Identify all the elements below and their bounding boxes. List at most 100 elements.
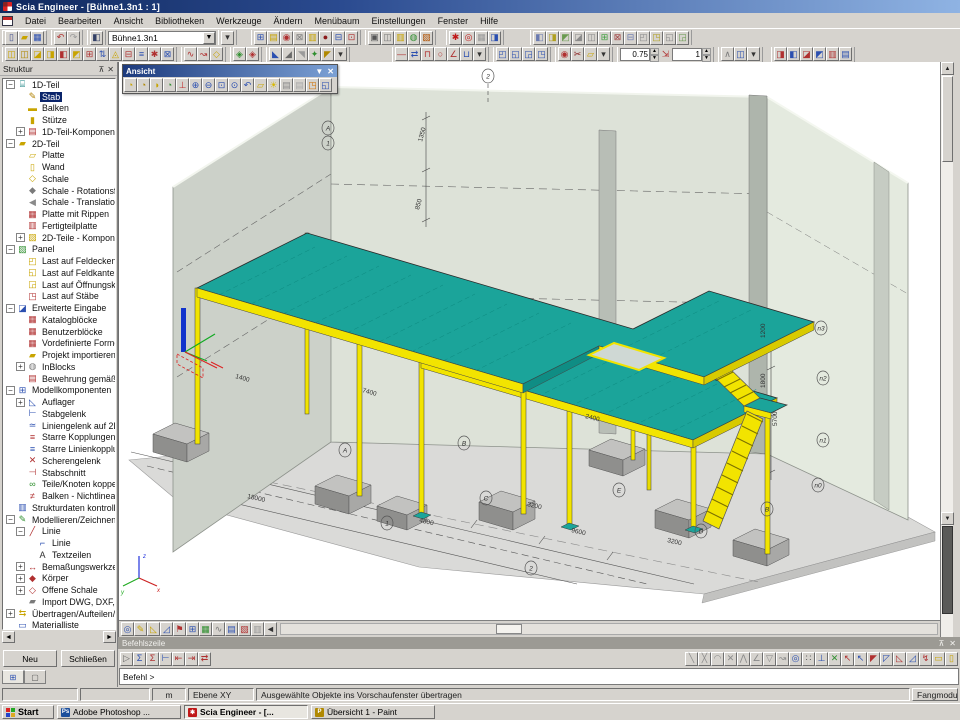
tree-item-bemaßungswerkzeug[interactable]: +↔Bemaßungswerkzeug: [3, 561, 115, 573]
snap-cross-icon[interactable]: ╳: [698, 652, 711, 666]
tree-item-stab[interactable]: ✎Stab: [3, 91, 115, 103]
expand-icon[interactable]: +: [6, 609, 15, 618]
collapse-icon[interactable]: −: [6, 304, 15, 313]
collapse-icon[interactable]: −: [6, 80, 15, 89]
filter-cut-icon[interactable]: ✂: [571, 47, 584, 61]
view-settings-icon[interactable]: ◳: [306, 78, 319, 92]
tree-item-scherengelenk[interactable]: ✕Scherengelenk: [3, 455, 115, 467]
member-explode-icon[interactable]: ✱: [148, 47, 161, 61]
view-manager-icon[interactable]: ◱: [319, 78, 332, 92]
tree-item-balken[interactable]: ▬Balken: [3, 103, 115, 115]
layer-display-icon[interactable]: ▤: [225, 622, 238, 636]
menu-menübaum[interactable]: Menübaum: [309, 14, 366, 28]
ansicht-titlebar[interactable]: Ansicht ▼✕: [123, 65, 337, 77]
pick-cursor-icon[interactable]: ▷: [120, 652, 133, 666]
tree-item-modellieren-zeichnen[interactable]: −✎Modellieren/Zeichnen: [3, 514, 115, 526]
view-xy-icon[interactable]: ◧: [533, 31, 546, 45]
part-green-icon[interactable]: ✦: [308, 47, 321, 61]
tree-item-1d-teil[interactable]: −⌸1D-Teil: [3, 79, 115, 91]
snap-intersect-icon[interactable]: ✕: [828, 652, 841, 666]
tree-item-2d-teile-komponen[interactable]: +▨2D-Teile - Komponen: [3, 232, 115, 244]
xy-table-icon[interactable]: ⊠: [293, 31, 306, 45]
viewport-v-scrollbar[interactable]: ▲ ▼: [940, 62, 953, 637]
expand-icon[interactable]: +: [16, 586, 25, 595]
view-bottom-icon[interactable]: ◳: [650, 31, 663, 45]
walk-mode-icon[interactable]: ⊥: [176, 78, 189, 92]
snap-tri-icon[interactable]: ▽: [763, 652, 776, 666]
tree-item-starre-linienkopplun[interactable]: ≡Starre Linienkopplun: [3, 443, 115, 455]
grid-tool-icon[interactable]: ▦: [475, 31, 488, 45]
light-toggle-icon[interactable]: ☀: [267, 78, 280, 92]
load-case-6-icon[interactable]: ▤: [839, 47, 852, 61]
rotate-vertical-icon[interactable]: ◑: [150, 78, 163, 92]
tree-item-teile-knoten-koppeln[interactable]: ∞Teile/Knoten koppeln: [3, 479, 115, 491]
database-icon[interactable]: ▤: [267, 31, 280, 45]
tree-item-liniengelenk-auf-2d-[interactable]: ≃Liniengelenk auf 2D-: [3, 420, 115, 432]
tree-item-import-dwg-dxf-v[interactable]: ▰Import DWG, DXF, V: [3, 596, 115, 608]
status-plane[interactable]: Ebene XY: [188, 688, 254, 701]
tree-item-übertragen-aufteilen-ve[interactable]: +⇆Übertragen/Aufteilen/Ve: [3, 608, 115, 620]
viewport-v-scrollbar-thumb[interactable]: [942, 76, 953, 162]
close-project-icon[interactable]: ◧: [90, 31, 103, 45]
collapse-icon[interactable]: −: [6, 515, 15, 524]
expand-icon[interactable]: +: [16, 562, 25, 571]
tree-item-1d-teil-komponente[interactable]: +▤1D-Teil-Komponente: [3, 126, 115, 138]
pin-icon[interactable]: ⊼: [98, 65, 104, 74]
snap-tri-blue-icon[interactable]: ◸: [880, 652, 893, 666]
snap-curve-icon[interactable]: ↝: [776, 652, 789, 666]
step-back-icon[interactable]: ⇤: [172, 652, 185, 666]
menu-bearbeiten[interactable]: Bearbeiten: [52, 14, 108, 28]
snap-line-icon[interactable]: ╲: [685, 652, 698, 666]
status-unit[interactable]: m: [152, 688, 186, 701]
tree-item-panel[interactable]: −▧Panel: [3, 244, 115, 256]
sum-remove-icon[interactable]: Σ: [146, 652, 159, 666]
dim-line-icon[interactable]: —: [395, 47, 408, 61]
menu-fenster[interactable]: Fenster: [432, 14, 475, 28]
save-icon[interactable]: ▦: [31, 31, 44, 45]
workplane-2-icon[interactable]: ◱: [509, 47, 522, 61]
part-blue-icon[interactable]: ◣: [269, 47, 282, 61]
collapse-icon[interactable]: −: [6, 245, 15, 254]
dim-align-icon[interactable]: ⇄: [408, 47, 421, 61]
window-pair-icon[interactable]: ⊟: [332, 31, 345, 45]
gallery-icon[interactable]: ⊡: [345, 31, 358, 45]
member-layers-icon[interactable]: ≡: [135, 47, 148, 61]
collapse-left-icon[interactable]: ◄: [264, 622, 277, 636]
tree-item-körper[interactable]: +◆Körper: [3, 573, 115, 585]
swap-direction-icon[interactable]: ⇄: [198, 652, 211, 666]
snap-tri-red-icon[interactable]: ◺: [893, 652, 906, 666]
tree-item-linie[interactable]: −╱Linie: [3, 526, 115, 538]
zoom-factor-input[interactable]: 0.75: [620, 48, 650, 61]
tab-structure[interactable]: ⊞: [2, 670, 24, 684]
member-1d-icon[interactable]: ◫: [5, 47, 18, 61]
tree-item-strukturdaten-kontrollie[interactable]: ▥Strukturdaten kontrollie: [3, 502, 115, 514]
tree-item-last-auf-öffnungskar[interactable]: ◲Last auf Öffnungskar: [3, 279, 115, 291]
snap-edge-icon[interactable]: ◿: [906, 652, 919, 666]
snap-lightning-icon[interactable]: ↯: [919, 652, 932, 666]
node-red-icon[interactable]: ◈: [246, 47, 259, 61]
snap-x-icon[interactable]: ✕: [724, 652, 737, 666]
snap-cursor-icon[interactable]: ◎: [789, 652, 802, 666]
status-snap-mode[interactable]: Fangmodus: [912, 688, 958, 701]
report-icon[interactable]: ▧: [420, 31, 433, 45]
zoom-all-icon[interactable]: ⊙: [228, 78, 241, 92]
load-case-5-icon[interactable]: ▥: [826, 47, 839, 61]
view-axo-icon[interactable]: ◪: [572, 31, 585, 45]
menu-ansicht[interactable]: Ansicht: [108, 14, 150, 28]
tree-item-fertigteilplatte[interactable]: ▥Fertigteilplatte: [3, 220, 115, 232]
collapse-icon[interactable]: −: [16, 527, 25, 536]
polyline-icon[interactable]: ∿: [184, 47, 197, 61]
mdi-child-icon[interactable]: [2, 16, 13, 26]
notebook-icon[interactable]: ▥: [306, 31, 319, 45]
menu-bibliotheken[interactable]: Bibliotheken: [149, 14, 210, 28]
ansicht-dropdown-icon[interactable]: ▼: [315, 67, 323, 76]
part-dark-icon[interactable]: ◢: [282, 47, 295, 61]
tree-item-vordefinierte-formen[interactable]: ▦Vordefinierte Formen: [3, 338, 115, 350]
view-yz-icon[interactable]: ◩: [559, 31, 572, 45]
workplane-1-icon[interactable]: ◰: [496, 47, 509, 61]
scale-dropdown-icon[interactable]: ▾: [747, 47, 760, 61]
zoom-window-icon[interactable]: ⊡: [215, 78, 228, 92]
tree-item-last-auf-feldkanten[interactable]: ◱Last auf Feldkanten: [3, 267, 115, 279]
snap-perp-icon[interactable]: ⊥: [815, 652, 828, 666]
snap-arc-icon[interactable]: ◠: [711, 652, 724, 666]
